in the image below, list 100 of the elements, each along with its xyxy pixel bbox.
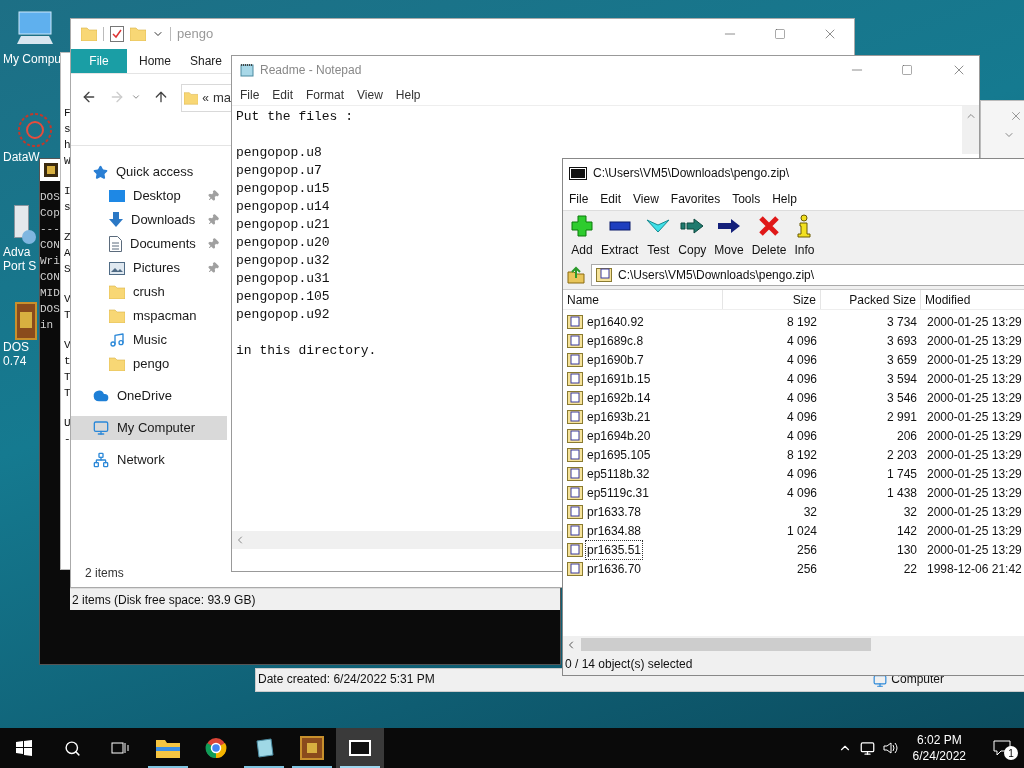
toolbar-button[interactable]: Extract: [597, 211, 643, 263]
close-icon[interactable]: [1009, 109, 1023, 123]
vertical-scrollbar[interactable]: [962, 106, 979, 154]
sidebar-item[interactable]: Quick access: [71, 160, 227, 184]
file-name[interactable]: pr1634.88: [586, 521, 643, 540]
scroll-thumb[interactable]: [581, 638, 871, 651]
text-fragment: A: [64, 246, 71, 261]
sidebar-item[interactable]: Network: [71, 448, 227, 472]
menu-item[interactable]: View: [633, 189, 659, 208]
file-name[interactable]: ep1689c.8: [586, 331, 645, 350]
column-header[interactable]: Name: [563, 290, 723, 309]
file-name[interactable]: ep1694b.20: [586, 426, 652, 445]
sidebar-item[interactable]: OneDrive: [71, 384, 227, 408]
breadcrumb-overflow[interactable]: «: [202, 89, 209, 107]
task-view-icon[interactable]: [111, 740, 129, 756]
sidebar-label: My Computer: [117, 419, 197, 438]
desktop-icon-label[interactable]: My Compu: [0, 52, 61, 66]
path-field[interactable]: C:\Users\VM5\Downloads\pengo.zip\: [591, 264, 1024, 286]
ribbon-tab[interactable]: Home: [127, 49, 183, 73]
horizontal-scrollbar[interactable]: [563, 636, 1024, 653]
menu-item[interactable]: Help: [772, 189, 797, 208]
file-name[interactable]: ep1640.92: [586, 312, 645, 331]
dosbox-icon: [15, 302, 37, 340]
toolbar-button[interactable]: Delete: [747, 211, 791, 263]
table-cell-text: 256: [795, 541, 818, 559]
sidebar-item[interactable]: mspacman: [71, 304, 227, 328]
file-name[interactable]: ep1692b.14: [586, 388, 652, 407]
sidebar-item[interactable]: pengo: [71, 352, 227, 376]
address-field[interactable]: « ma: [181, 84, 231, 112]
history-icon[interactable]: [131, 92, 141, 102]
up-folder-icon[interactable]: [567, 266, 585, 284]
up-icon[interactable]: [153, 89, 169, 105]
table-cell-text: 2 991: [885, 408, 918, 426]
menu-item[interactable]: View: [357, 85, 383, 104]
menu-item[interactable]: Favorites: [670, 189, 721, 208]
sidebar-item[interactable]: Music: [71, 328, 227, 352]
back-icon[interactable]: [81, 89, 97, 105]
notepad-icon: [253, 737, 275, 759]
column-header[interactable]: Modified: [921, 290, 1024, 309]
sidebar-item[interactable]: Pictures: [71, 256, 227, 280]
menu-item[interactable]: Format: [306, 85, 345, 104]
file-name[interactable]: pr1636.70: [586, 559, 643, 578]
sidebar-item[interactable]: Downloads: [71, 208, 227, 232]
archive-icon: [596, 268, 612, 282]
column-header[interactable]: Size: [723, 290, 821, 309]
sidebar-item[interactable]: Documents: [71, 232, 227, 256]
text-fragment: Z: [64, 230, 71, 245]
table-cell-text: 2000-01-25 13:29: [926, 522, 1023, 540]
sidebar-label: Network: [117, 451, 166, 470]
taskbar-app[interactable]: [336, 728, 384, 768]
desktop-icon-label[interactable]: Adva: [0, 245, 31, 259]
menu-item[interactable]: Edit: [272, 85, 294, 104]
sidebar-item[interactable]: Desktop: [71, 184, 227, 208]
toolbar-button[interactable]: Copy: [674, 211, 711, 263]
menu-item[interactable]: Edit: [600, 189, 622, 208]
sidebar-item[interactable]: crush: [71, 280, 227, 304]
desktop-icon-label[interactable]: 0.74: [0, 354, 27, 368]
toolbar-button[interactable]: Add: [567, 211, 597, 263]
menu-item[interactable]: Help: [395, 85, 421, 104]
desktop-icon-label[interactable]: DOS: [0, 340, 29, 354]
status-text: 0 / 14 object(s) selected: [565, 656, 693, 673]
file-icon: [567, 428, 583, 443]
maximize-icon[interactable]: [901, 64, 913, 76]
file-name[interactable]: ep1690b.7: [586, 350, 645, 369]
network-status-icon[interactable]: [859, 740, 875, 756]
table-cell-text: 256: [795, 560, 818, 578]
checklist-icon[interactable]: [110, 26, 124, 42]
breadcrumb[interactable]: ma: [212, 88, 231, 108]
server-icon: [14, 205, 36, 245]
desktop-icon-label[interactable]: Port S: [0, 259, 37, 273]
table-cell-text: 2 203: [885, 446, 918, 464]
menu-item[interactable]: File: [569, 189, 589, 208]
text-line: pengopop.u8: [236, 144, 322, 162]
horizontal-scrollbar[interactable]: [232, 531, 562, 549]
maximize-icon[interactable]: [774, 28, 786, 40]
toolbar-button[interactable]: Info: [790, 211, 819, 263]
file-name[interactable]: pr1633.78: [586, 502, 643, 521]
console-text: Wri: [40, 254, 60, 269]
volume-icon[interactable]: [882, 741, 899, 755]
file-name[interactable]: ep5118b.32: [586, 464, 651, 483]
toolbar-button[interactable]: Move: [710, 211, 748, 263]
table-cell-text: 3 693: [885, 332, 918, 350]
column-header[interactable]: Packed Size: [821, 290, 921, 309]
sidebar-item[interactable]: My Computer: [71, 416, 227, 440]
file-name[interactable]: ep1695.105: [586, 445, 652, 464]
file-name[interactable]: pr1635.51: [586, 540, 643, 559]
notifications-button[interactable]: 1: [980, 728, 1024, 768]
file-name[interactable]: ep5119c.31: [586, 483, 650, 502]
info-icon: [797, 214, 812, 238]
clock[interactable]: 6:02 PM 6/24/2022: [912, 728, 980, 768]
text-fragment: I: [64, 184, 71, 199]
file-name[interactable]: ep1691b.15: [586, 369, 652, 388]
menu-item[interactable]: Tools: [732, 189, 761, 208]
menu-item[interactable]: File: [240, 85, 260, 104]
search-icon[interactable]: [63, 739, 81, 757]
ribbon-tab[interactable]: Share: [183, 49, 229, 73]
table-cell-text: 3 734: [885, 313, 918, 331]
toolbar-button[interactable]: Test: [642, 211, 675, 263]
file-name[interactable]: ep1693b.21: [586, 407, 652, 426]
desktop-icon-label[interactable]: DataW: [0, 150, 40, 164]
